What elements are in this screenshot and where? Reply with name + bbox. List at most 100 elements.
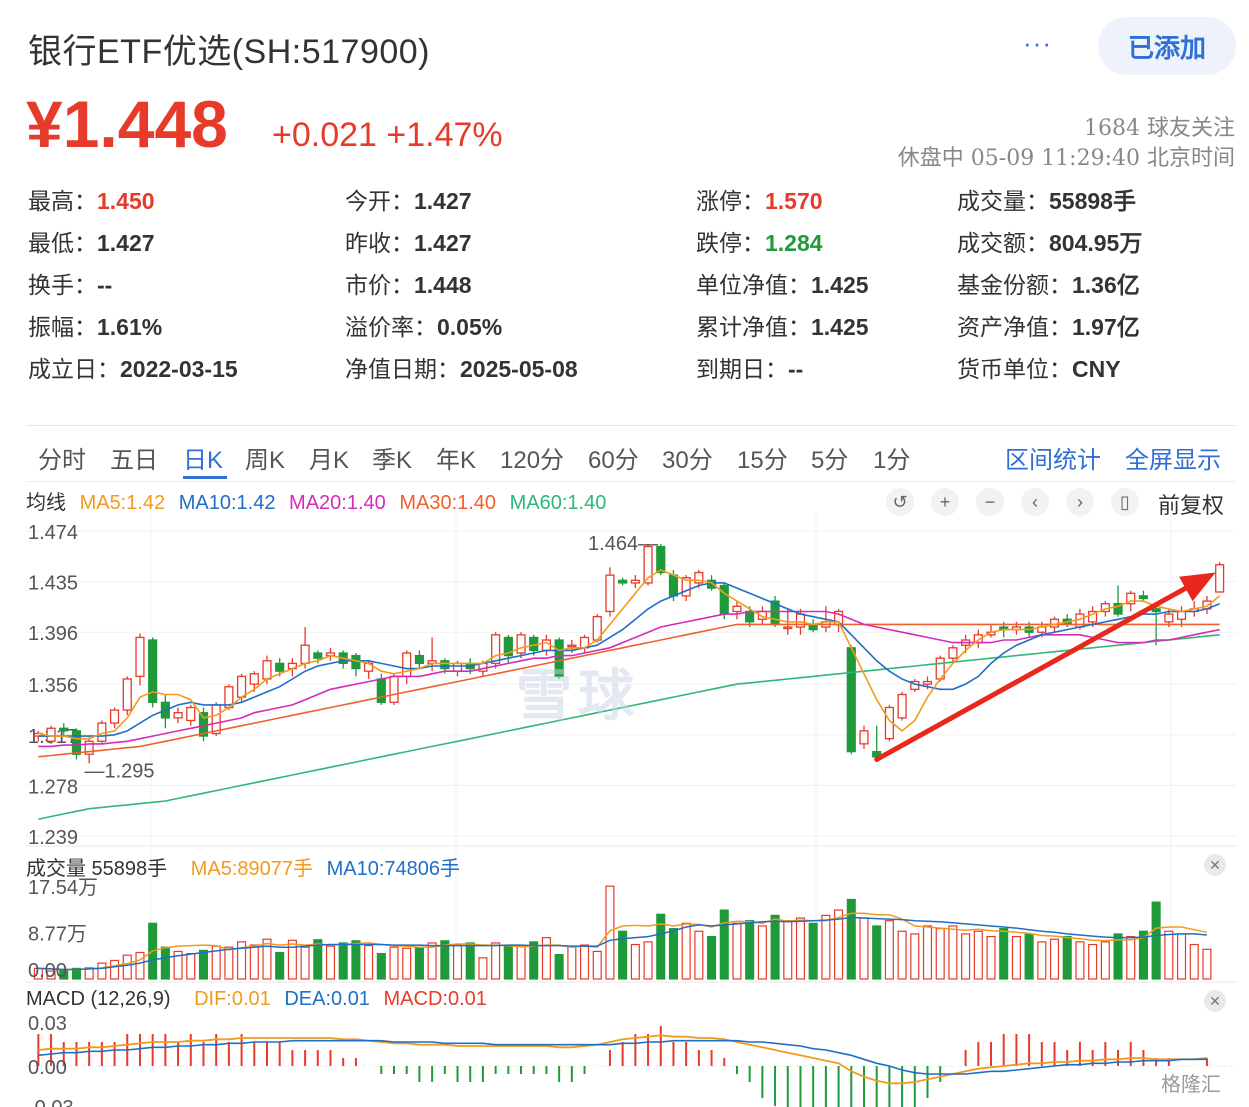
volume-bar	[325, 945, 336, 980]
volume-bar	[783, 920, 793, 980]
stat-net-assets: 资产净值：1.97亿	[957, 314, 1140, 340]
volume-bar	[910, 933, 920, 980]
volume-bar	[541, 937, 551, 980]
candle-body	[1138, 595, 1149, 600]
more-icon[interactable]: ···	[1023, 28, 1052, 59]
volume-bar	[643, 941, 653, 980]
stat-market-price: 市价：1.448	[345, 272, 472, 298]
volume-bar	[503, 944, 513, 980]
volume-bar	[567, 945, 577, 980]
volume-bar	[402, 947, 412, 980]
volume-bar	[122, 954, 132, 980]
candle-body	[186, 706, 196, 722]
candle	[1138, 590, 1149, 602]
candle	[630, 575, 640, 589]
stat-volume: 成交量：55898手	[957, 188, 1136, 214]
stat-nav: 单位净值：1.425	[696, 272, 869, 298]
volume-bar	[795, 917, 806, 980]
candle-body	[618, 579, 628, 584]
candle-body	[668, 574, 679, 597]
candle-body	[122, 678, 132, 711]
candle-body	[745, 610, 755, 623]
candle-body	[567, 644, 577, 648]
candle	[325, 647, 336, 661]
candle	[173, 707, 183, 724]
volume-bar	[364, 944, 374, 980]
current-price: ¥1.448	[26, 87, 228, 161]
candle	[135, 633, 145, 686]
page-title: 银行ETF优选(SH:517900)	[28, 33, 430, 71]
candle-body	[630, 579, 640, 584]
volume-ma10: MA10:74806手	[326, 858, 461, 880]
stat-currency: 货币单位：CNY	[957, 356, 1121, 382]
y-tick-label: 1.278	[28, 776, 78, 798]
candle-body	[605, 574, 615, 613]
volume-bar	[872, 925, 882, 980]
candle-body	[859, 730, 869, 745]
candle-body	[1176, 610, 1187, 620]
volume-bar	[262, 938, 272, 980]
volume-bar	[516, 945, 526, 980]
volume-bar	[1088, 943, 1098, 980]
candle	[148, 637, 158, 708]
volume-bar	[922, 925, 933, 980]
close-macd-icon[interactable]: ✕	[1204, 990, 1226, 1012]
volume-bar	[452, 944, 463, 980]
volume-bar	[1189, 943, 1199, 980]
candle-body	[452, 662, 463, 672]
candle-body	[211, 704, 221, 735]
candle-body	[135, 636, 145, 678]
stat-amplitude: 振幅：1.61%	[28, 314, 163, 340]
trend-arrow-line	[874, 579, 1201, 762]
y-tick-label: 1.396	[28, 623, 78, 645]
candle-body	[414, 654, 425, 665]
candle	[592, 614, 602, 643]
candle	[109, 707, 120, 729]
volume-bar	[668, 928, 678, 980]
candle	[186, 704, 196, 726]
candle-body	[109, 709, 120, 724]
volume-bar	[834, 909, 844, 980]
macd-value: MACD:0.01	[383, 988, 487, 1010]
volume-bar	[427, 942, 437, 980]
close-volume-icon[interactable]: ✕	[1204, 854, 1226, 876]
stat-expiry: 到期日：--	[696, 356, 804, 382]
volume-bar	[973, 930, 983, 980]
volume-bar	[694, 930, 704, 980]
volume-bar	[580, 944, 590, 980]
volume-bar	[770, 914, 780, 980]
candle	[389, 673, 399, 705]
candle	[846, 645, 856, 755]
kline-chart-panel: 分时 五日 日K 周K 月K 季K 年K 120分 60分 30分 15分 5分…	[26, 425, 1236, 1107]
candle-body	[732, 605, 742, 613]
watermark-logo: 雪球	[516, 664, 640, 727]
volume-ma5: MA5:89077手	[190, 858, 314, 880]
follower-count[interactable]: 1684 球友关注	[1084, 110, 1235, 142]
price-change: +0.021 +1.47%	[272, 116, 503, 154]
candle-body	[313, 652, 323, 659]
added-button[interactable]: 已添加	[1098, 17, 1236, 75]
candle	[1113, 585, 1123, 617]
volume-bar	[135, 951, 145, 980]
macd-legend: MACD (12,26,9) DIF:0.01 DEA:0.01 MACD:0.…	[26, 988, 487, 1011]
candle-body	[59, 727, 69, 732]
volume-bar	[389, 946, 399, 980]
stat-open: 今开：1.427	[345, 188, 472, 214]
volume-bar	[808, 922, 818, 980]
candle-body	[389, 675, 399, 703]
volume-bar	[478, 957, 488, 980]
volume-bar	[351, 940, 361, 980]
volume-bar	[338, 942, 348, 980]
stat-limit-up: 涨停：1.570	[696, 188, 823, 214]
stat-inception: 成立日：2022-03-15	[28, 356, 238, 382]
macd-tick-label: 0.03	[28, 1013, 67, 1035]
candle	[491, 632, 501, 669]
candle-body	[491, 634, 501, 665]
candle-body	[71, 730, 82, 755]
stat-premium: 溢价率：0.05%	[345, 314, 503, 340]
volume-bar	[491, 942, 501, 980]
y-tick-label: 1.474	[28, 522, 78, 544]
candle	[414, 650, 425, 669]
stat-high: 最高：1.450	[28, 188, 155, 214]
candle	[122, 676, 132, 716]
